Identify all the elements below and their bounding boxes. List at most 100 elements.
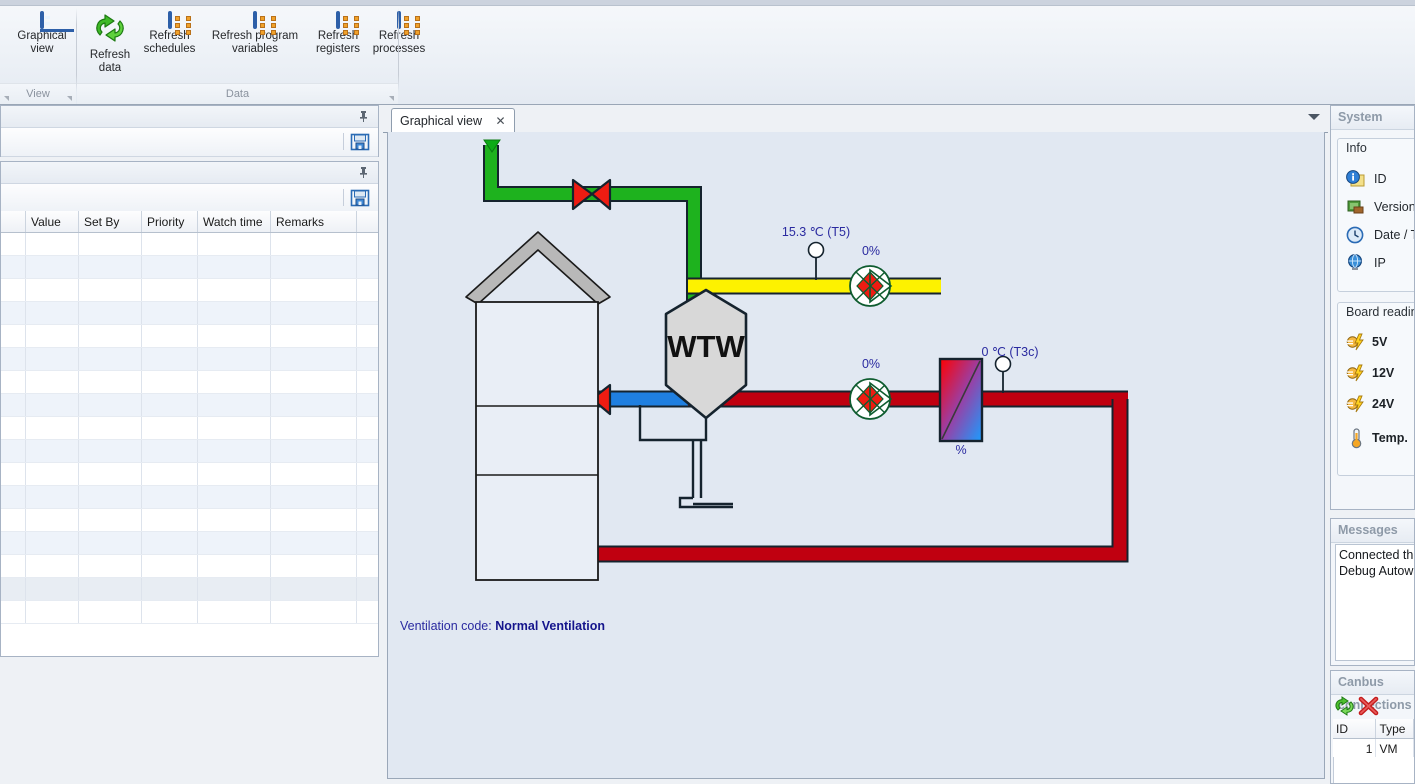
table-cell xyxy=(356,531,378,555)
thermometer-icon xyxy=(1351,428,1362,449)
table-row[interactable] xyxy=(1,485,378,509)
canbus-col-id[interactable]: ID xyxy=(1333,719,1377,739)
messages-panel: Messages Connected throu Debug Autowatc xyxy=(1330,518,1415,666)
right-dock: System Info ID Version Date / IP Board r… xyxy=(1328,105,1415,784)
save-icon[interactable] xyxy=(350,188,370,208)
close-icon[interactable]: ✕ xyxy=(495,109,505,133)
table-cell xyxy=(197,600,271,624)
table-row[interactable] xyxy=(1,439,378,463)
table-row[interactable] xyxy=(1,554,378,578)
refresh-schedules-button[interactable]: Refresh schedules xyxy=(134,7,205,56)
system-panel-title: System xyxy=(1331,106,1414,130)
view-group-dialog-launcher-left-icon[interactable] xyxy=(4,96,9,101)
table-cell xyxy=(270,393,357,417)
refresh-registers-button[interactable]: Refresh registers xyxy=(305,7,371,56)
canbus-panel-title: Canbus connections xyxy=(1331,671,1414,712)
table-row[interactable] xyxy=(1,416,378,440)
chip-icon xyxy=(1347,200,1364,214)
table-row[interactable] xyxy=(1,508,378,532)
refresh-processes-button[interactable]: Refresh processes xyxy=(364,7,434,56)
tab-graphical-view[interactable]: Graphical view ✕ xyxy=(391,108,515,134)
table-row[interactable] xyxy=(1,393,378,417)
table-cell xyxy=(25,347,79,371)
table-row[interactable] xyxy=(1,278,378,302)
col-set-by[interactable]: Set By xyxy=(78,211,142,233)
canbus-cell-type: VM xyxy=(1375,738,1414,759)
table-cell xyxy=(1,554,26,578)
table-cell xyxy=(1,232,26,256)
table-cell xyxy=(25,416,79,440)
col-value[interactable]: Value xyxy=(25,211,79,233)
data-group-dialog-launcher-icon[interactable] xyxy=(389,96,394,101)
table-row[interactable] xyxy=(1,577,378,601)
table-cell xyxy=(25,324,79,348)
table-row[interactable] xyxy=(1,531,378,555)
canbus-cell-id: 1 xyxy=(1333,738,1377,759)
ribbon-group-view-body: Graphical view xyxy=(0,5,76,83)
table-row[interactable] xyxy=(1,232,378,256)
sensor-t3c xyxy=(994,355,1012,393)
valve-intake[interactable] xyxy=(571,178,612,211)
table-cell xyxy=(197,485,271,509)
refresh-data-button[interactable]: Refresh data xyxy=(79,7,141,75)
col-priority[interactable]: Priority xyxy=(141,211,198,233)
fan-exhaust-percent-label: 0% xyxy=(862,357,880,371)
tab-graphical-view-label: Graphical view xyxy=(400,114,482,128)
table-cell xyxy=(25,439,79,463)
table-row[interactable] xyxy=(1,324,378,348)
table-row[interactable] xyxy=(1,301,378,325)
table-cell xyxy=(356,485,378,509)
table-cell xyxy=(25,278,79,302)
table-cell xyxy=(197,232,271,256)
data-grid[interactable]: Value Set By Priority Watch time Remarks xyxy=(1,211,378,656)
view-group-dialog-launcher-icon[interactable] xyxy=(67,96,72,101)
table-row[interactable] xyxy=(1,462,378,486)
table-row[interactable] xyxy=(1,255,378,279)
fan-supply[interactable] xyxy=(849,265,893,307)
condensate-drain xyxy=(638,405,733,509)
canbus-col-type[interactable]: Type xyxy=(1375,719,1414,739)
col-watch-time[interactable]: Watch time xyxy=(197,211,271,233)
table-cell xyxy=(78,577,142,601)
col-filler[interactable] xyxy=(356,211,378,233)
info-icon xyxy=(1346,170,1365,187)
table-cell xyxy=(78,347,142,371)
heater-block[interactable] xyxy=(938,357,984,443)
col-rowheader[interactable] xyxy=(1,211,26,233)
col-remarks[interactable]: Remarks xyxy=(270,211,357,233)
table-row[interactable] xyxy=(1,347,378,371)
graphical-view-button[interactable]: Graphical view xyxy=(9,7,75,56)
fan-supply-percent-label: 0% xyxy=(862,244,880,258)
table-row[interactable] xyxy=(1,600,378,624)
graphical-view-canvas[interactable]: WTW 15.3 ℃ (T5) 0% 0% 0 ℃ (T3c) % Ventil… xyxy=(387,132,1325,779)
table-cell xyxy=(1,324,26,348)
grid-icon xyxy=(309,11,367,35)
lower-pane-toolbar xyxy=(1,184,378,213)
table-cell xyxy=(270,554,357,578)
messages-list[interactable]: Connected throu Debug Autowatc xyxy=(1335,544,1414,661)
save-icon[interactable] xyxy=(350,132,370,152)
ventilation-code-value: Normal Ventilation xyxy=(495,619,605,633)
table-cell xyxy=(141,416,198,440)
refresh-icon[interactable] xyxy=(1334,696,1356,716)
chevron-down-icon[interactable] xyxy=(1308,114,1320,120)
table-cell xyxy=(270,600,357,624)
table-cell xyxy=(25,255,79,279)
refresh-data-label-2: data xyxy=(98,62,122,74)
table-cell xyxy=(197,508,271,532)
table-cell xyxy=(1,255,26,279)
hvac-schematic: WTW 15.3 ℃ (T5) 0% 0% 0 ℃ (T3c) % xyxy=(465,139,1129,581)
pin-icon[interactable] xyxy=(357,166,370,179)
delete-x-icon[interactable] xyxy=(1358,696,1380,716)
refresh-data-label-1: Refresh xyxy=(89,49,131,61)
table-cell xyxy=(141,301,198,325)
table-row[interactable]: 1 VM xyxy=(1333,738,1414,759)
fan-exhaust[interactable] xyxy=(849,378,893,420)
refresh-program-variables-button[interactable]: Refresh program variables xyxy=(198,7,312,56)
pin-icon[interactable] xyxy=(357,110,370,123)
table-cell xyxy=(141,278,198,302)
table-cell xyxy=(1,301,26,325)
table-row[interactable] xyxy=(1,370,378,394)
ribbon-group-view-label: View xyxy=(0,83,76,104)
table-cell xyxy=(356,393,378,417)
